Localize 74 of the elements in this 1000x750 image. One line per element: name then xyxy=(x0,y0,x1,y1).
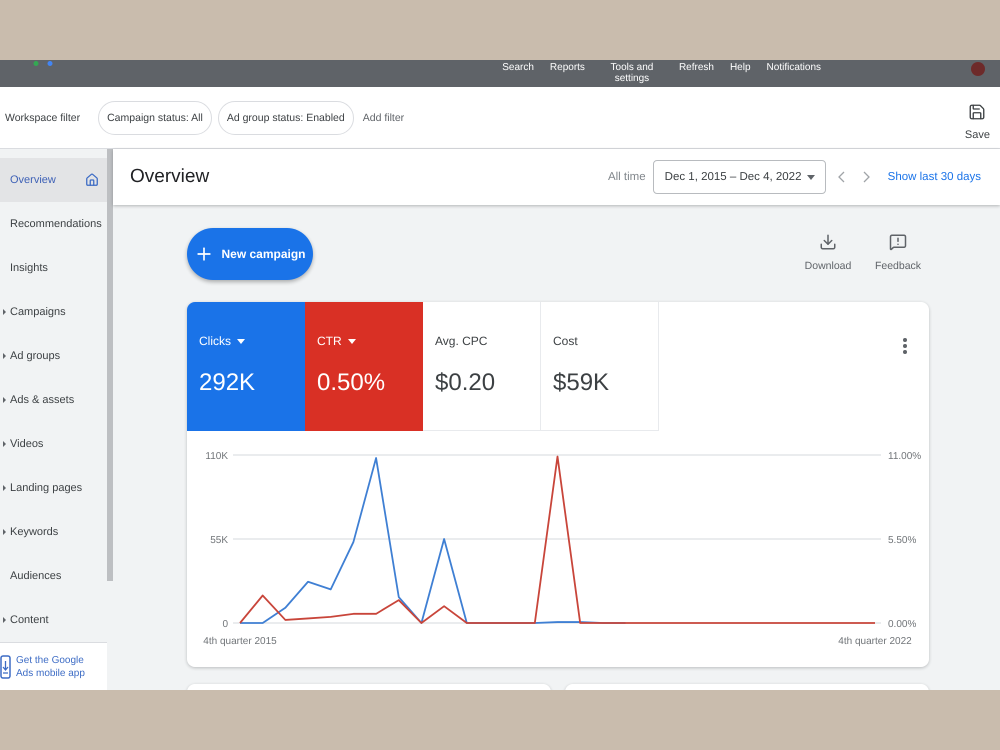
axis-label: 0 xyxy=(222,619,228,630)
metric-label: CTR xyxy=(317,334,342,348)
sidebar-item[interactable]: Recommendations xyxy=(0,202,107,246)
sidebar-item[interactable]: Insights xyxy=(0,246,107,290)
metric-tile[interactable]: Clicks 292K xyxy=(187,302,305,431)
chevron-right-icon xyxy=(862,171,870,183)
toolbar-button[interactable]: Tools and settings xyxy=(600,62,663,84)
sidebar-label: Videos xyxy=(10,438,44,450)
sidebar-item[interactable]: Campaigns xyxy=(0,290,107,334)
download-button[interactable]: Download xyxy=(802,233,854,272)
sidebar-label: Keywords xyxy=(10,526,58,538)
date-range-dropdown[interactable]: Dec 1, 2015 – Dec 4, 2022 xyxy=(652,160,826,194)
sidebar-label: Campaigns xyxy=(10,306,66,318)
toolbar-button[interactable]: Refresh xyxy=(678,62,714,73)
sidebar-item[interactable]: Audiences xyxy=(0,554,107,598)
toolbar-button[interactable]: Notifications xyxy=(766,62,821,73)
metric-value: 292K xyxy=(199,369,256,397)
sidebar-label: Landing pages xyxy=(10,482,82,494)
metric-label: Clicks xyxy=(199,334,231,348)
metric-tile[interactable]: Cost $59K xyxy=(541,302,659,431)
filter-chip[interactable]: Campaign status: All xyxy=(98,100,212,134)
metric-label: Cost xyxy=(553,334,578,348)
sidebar-item[interactable]: Videos xyxy=(0,422,107,466)
sidebar-item[interactable]: Ad groups xyxy=(0,334,107,378)
sidebar-item[interactable]: Content xyxy=(0,598,107,642)
toolbar-button[interactable]: Help xyxy=(730,62,751,73)
caret-icon xyxy=(237,338,245,344)
chevron-left-icon xyxy=(838,171,845,183)
save-button[interactable]: Save xyxy=(964,94,990,140)
logo-icon xyxy=(33,61,53,66)
metric-value: $59K xyxy=(553,369,610,397)
add-filter-button[interactable]: Add filter xyxy=(360,112,404,124)
axis-label: 5.50% xyxy=(888,535,916,546)
metric-tile[interactable]: CTR 0.50% xyxy=(305,302,423,431)
axis-label: 4th quarter 2015 xyxy=(203,636,277,647)
filter-chip[interactable]: Ad group status: Enabled xyxy=(218,100,354,134)
sidebar-item[interactable]: Ads & assets xyxy=(0,378,107,422)
avatar-icon[interactable] xyxy=(971,62,985,76)
metric-value: 0.50% xyxy=(317,369,386,397)
sidebar-label: Insights xyxy=(10,262,48,274)
sidebar-label: Audiences xyxy=(10,570,62,582)
toolbar-button[interactable]: Reports xyxy=(550,62,585,73)
axis-label: 55K xyxy=(210,535,228,546)
metric-label: Avg. CPC xyxy=(435,334,488,348)
show-last-30-days-link[interactable]: Show last 30 days xyxy=(888,171,981,183)
sidebar-item[interactable]: Landing pages xyxy=(0,466,107,510)
toolbar-button[interactable]: Search xyxy=(502,62,534,73)
sidebar-item[interactable]: Overview xyxy=(0,158,107,202)
axis-label: 0.00% xyxy=(888,619,916,630)
new-campaign-button[interactable]: New campaign xyxy=(187,228,313,280)
feedback-button[interactable]: Feedback xyxy=(872,233,924,272)
metric-tile[interactable]: Avg. CPC $0.20 xyxy=(423,302,541,431)
axis-label: 4th quarter 2022 xyxy=(838,636,912,647)
save-icon xyxy=(968,102,986,120)
axis-label: 11.00% xyxy=(888,451,922,462)
download-icon xyxy=(819,233,837,251)
more-options-icon xyxy=(903,338,907,354)
more-options-button[interactable] xyxy=(901,336,909,356)
sidebar-item[interactable]: Keywords xyxy=(0,510,107,554)
sidebar-label: Ads & assets xyxy=(10,394,74,406)
sidebar-label: Recommendations xyxy=(10,218,102,230)
range-label: All time xyxy=(608,171,646,183)
axis-label: 110K xyxy=(205,451,228,462)
page-title: Overview xyxy=(130,166,210,188)
filter-label: Workspace filter xyxy=(5,112,80,124)
sidebar-label: Overview xyxy=(10,174,56,186)
caret-icon xyxy=(348,338,356,344)
sidebar-label: Ad groups xyxy=(10,350,60,362)
caret-icon xyxy=(806,174,815,180)
scrollbar[interactable] xyxy=(107,149,113,581)
feedback-icon xyxy=(889,233,907,251)
metric-value: $0.20 xyxy=(435,369,496,397)
phone-download-icon xyxy=(0,654,11,678)
sidebar-label: Content xyxy=(10,614,49,626)
